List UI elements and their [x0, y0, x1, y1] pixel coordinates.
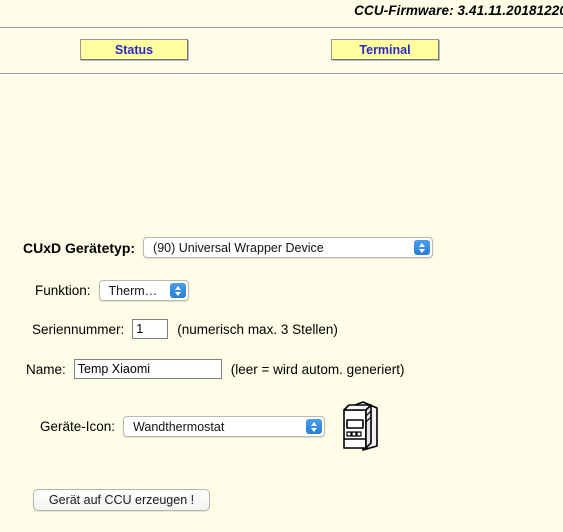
tab-terminal[interactable]: Terminal — [331, 39, 439, 60]
name-label: Name: — [26, 361, 66, 377]
device-icon-label: Geräte-Icon: — [40, 419, 116, 434]
device-icon-select[interactable]: Wandthermostat — [123, 416, 326, 437]
row-function: Funktion: Thermostat — [35, 280, 189, 301]
serial-label: Seriennummer: — [32, 321, 125, 337]
chevron-updown-icon — [414, 240, 431, 255]
firmware-version-label: CCU-Firmware: 3.41.11.20181220 — [354, 3, 563, 18]
tab-status-label: Status — [114, 42, 154, 57]
create-device-button[interactable]: Gerät auf CCU erzeugen ! — [33, 489, 210, 511]
tab-strip: Status Terminal — [0, 29, 563, 73]
firmware-bar: CCU-Firmware: 3.41.11.20181220 — [0, 0, 563, 27]
tab-status[interactable]: Status — [80, 39, 188, 60]
device-type-select[interactable]: (90) Universal Wrapper Device — [143, 237, 434, 258]
function-select[interactable]: Thermostat — [98, 280, 189, 301]
function-label: Funktion: — [35, 283, 91, 298]
name-hint: (leer = wird autom. generiert) — [230, 361, 405, 377]
chevron-updown-icon — [169, 283, 186, 298]
row-device-type: CUxD Gerätetyp: (90) Universal Wrapper D… — [23, 237, 434, 258]
serial-hint: (numerisch max. 3 Stellen) — [177, 321, 338, 337]
serial-input[interactable] — [132, 319, 169, 339]
name-input[interactable] — [73, 359, 222, 379]
row-device-icon: Geräte-Icon: Wandthermostat — [40, 416, 326, 437]
chevron-updown-icon — [306, 419, 323, 434]
divider-below-tabs — [0, 73, 563, 75]
create-device-button-label: Gerät auf CCU erzeugen ! — [48, 493, 195, 507]
wall-thermostat-icon — [337, 400, 383, 452]
device-type-label: CUxD Gerätetyp: — [23, 239, 136, 256]
row-serial: Seriennummer: (numerisch max. 3 Stellen) — [32, 319, 338, 339]
tab-terminal-label: Terminal — [359, 42, 411, 57]
device-type-value: (90) Universal Wrapper Device — [153, 240, 324, 255]
row-name: Name: (leer = wird autom. generiert) — [26, 359, 404, 379]
device-icon-value: Wandthermostat — [133, 419, 225, 434]
